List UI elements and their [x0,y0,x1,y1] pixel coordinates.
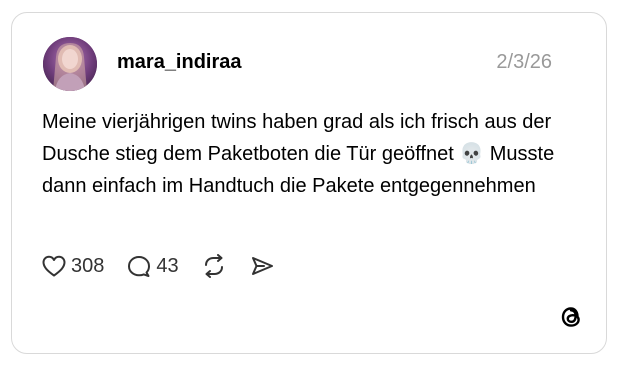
action-bar: 308 43 [41,253,275,279]
threads-logo-icon [558,303,584,331]
reply-count: 43 [156,254,179,277]
avatar[interactable] [43,37,97,91]
heart-icon [42,255,66,277]
post-date: 2/3/26 [496,51,552,73]
repost-button[interactable] [201,254,227,278]
avatar-image [43,37,97,91]
share-button[interactable] [249,254,275,278]
like-count: 308 [71,254,105,277]
send-icon [251,257,273,275]
repost-icon [204,254,223,278]
like-button[interactable]: 308 [41,254,104,278]
speech-bubble-icon [128,256,151,277]
reply-button[interactable]: 43 [126,254,179,278]
post-card: mara_indiraa 2/3/26 Meine vierjährigen t… [11,12,607,354]
post-text: Meine vierjährigen twins haben grad als … [42,111,560,197]
username[interactable]: mara_indiraa [117,51,242,74]
